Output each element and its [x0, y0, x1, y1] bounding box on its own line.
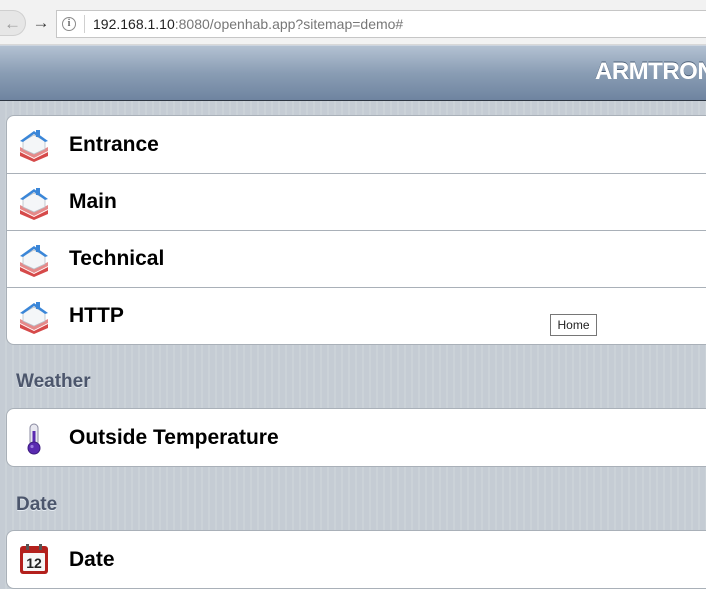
list-item-label: Entrance — [69, 132, 159, 156]
url-host: 192.168.1.10 — [93, 16, 175, 32]
app-header: ARMTRONIX — [0, 45, 706, 101]
calendar-day: 12 — [26, 555, 42, 571]
url-separator — [84, 15, 85, 33]
tooltip: Home — [550, 314, 597, 336]
back-button[interactable]: ← — [0, 10, 26, 36]
section-title-weather: Weather — [16, 371, 91, 392]
calendar-icon: 12 — [20, 544, 48, 574]
page-title: ARMTRONIX — [595, 58, 706, 85]
house-icon — [17, 128, 51, 162]
house-icon — [17, 243, 51, 277]
list-item-label: Date — [69, 547, 115, 571]
arrow-right-icon: → — [32, 13, 50, 32]
weather-group: Outside Temperature — [6, 408, 706, 467]
browser-toolbar: ← → i 192.168.1.10:8080/openhab.app?site… — [0, 0, 706, 45]
home-group: Entrance Main Technical HTTP — [6, 115, 706, 345]
list-item-label: Main — [69, 190, 117, 213]
list-item-technical[interactable]: Technical — [7, 230, 706, 287]
list-item-http[interactable]: HTTP — [7, 287, 706, 344]
section-title-date: Date — [16, 494, 58, 515]
forward-button[interactable]: → — [28, 10, 54, 36]
date-group: 12 Date — [6, 530, 706, 589]
list-item-label: HTTP — [69, 304, 124, 327]
url-path: :8080/openhab.app?sitemap=demo# — [174, 16, 404, 32]
thermometer-icon — [27, 423, 41, 455]
list-item-outside-temperature[interactable]: Outside Temperature — [7, 409, 706, 466]
house-icon — [17, 186, 51, 220]
address-bar[interactable]: i 192.168.1.10:8080/openhab.app?sitemap=… — [56, 10, 706, 38]
list-item-entrance[interactable]: Entrance — [7, 116, 706, 173]
list-item-label: Outside Temperature — [69, 425, 279, 449]
list-item-date[interactable]: 12 Date — [7, 531, 706, 588]
list-item-main[interactable]: Main — [7, 173, 706, 230]
list-item-label: Technical — [69, 247, 165, 270]
arrow-left-icon: ← — [4, 14, 21, 33]
house-icon — [17, 300, 51, 334]
info-icon[interactable]: i — [62, 17, 76, 31]
